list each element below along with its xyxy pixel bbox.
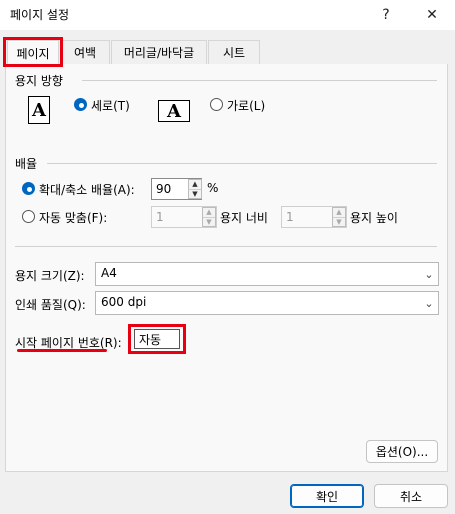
landscape-radio[interactable] [210, 98, 223, 111]
scaling-section-label: 배율 [15, 157, 38, 171]
adjust-to-label[interactable]: 확대/축소 배율(A): [39, 181, 135, 198]
pages-wide-label: 용지 너비 [220, 211, 268, 225]
print-quality-select[interactable]: 600 dpi ⌄ [95, 291, 439, 315]
fit-pages-tall-spinner[interactable]: ▲ ▼ [332, 207, 346, 227]
landscape-page-icon: A [158, 100, 190, 122]
fit-to-radio[interactable] [22, 210, 35, 223]
chevron-down-icon[interactable]: ⌄ [420, 292, 438, 314]
fit-to-label[interactable]: 자동 맞춤(F): [39, 209, 107, 226]
scaling-divider [47, 163, 437, 164]
adjust-to-radio[interactable] [22, 182, 35, 195]
paper-size-value: A4 [101, 266, 117, 280]
portrait-page-icon: A [28, 96, 50, 124]
help-button[interactable]: ? [366, 0, 406, 30]
spin-up-icon[interactable]: ▲ [333, 208, 345, 218]
portrait-radio[interactable] [74, 98, 87, 111]
first-page-number-input[interactable]: 자동 [134, 329, 180, 349]
print-quality-value: 600 dpi [101, 295, 147, 309]
paper-size-label: 용지 크기(Z): [15, 269, 85, 283]
spin-up-icon[interactable]: ▲ [203, 208, 215, 218]
help-icon: ? [382, 7, 390, 23]
cancel-button[interactable]: 취소 [374, 484, 448, 508]
portrait-label[interactable]: 세로(T) [91, 97, 130, 114]
highlight-tab-page [3, 37, 63, 67]
options-button[interactable]: 옵션(O)... [366, 440, 438, 463]
orientation-section-label: 용지 방향 [15, 74, 63, 88]
spin-down-icon[interactable]: ▼ [333, 218, 345, 227]
scaling-bottom-divider [15, 246, 437, 247]
landscape-label[interactable]: 가로(L) [227, 97, 265, 114]
ok-button[interactable]: 확인 [290, 484, 364, 508]
tab-sheet[interactable]: 시트 [208, 40, 260, 64]
chevron-down-icon[interactable]: ⌄ [420, 263, 438, 285]
percent-unit: % [207, 181, 219, 195]
tab-header-footer[interactable]: 머리글/바닥글 [111, 40, 207, 64]
fit-pages-wide-spinner[interactable]: ▲ ▼ [202, 207, 216, 227]
spin-down-icon[interactable]: ▼ [189, 190, 201, 199]
spin-up-icon[interactable]: ▲ [189, 180, 201, 190]
close-icon: ✕ [426, 7, 438, 23]
close-button[interactable]: ✕ [412, 0, 452, 30]
pages-tall-label: 용지 높이 [350, 211, 398, 225]
print-quality-label: 인쇄 품질(Q): [15, 298, 86, 312]
dialog-title: 페이지 설정 [10, 8, 70, 22]
scale-percent-spinner[interactable]: ▲ ▼ [188, 179, 202, 199]
orientation-divider [82, 80, 437, 81]
paper-size-select[interactable]: A4 ⌄ [95, 262, 439, 286]
spin-down-icon[interactable]: ▼ [203, 218, 215, 227]
highlight-underline [17, 349, 107, 352]
tab-margins[interactable]: 여백 [60, 40, 110, 64]
